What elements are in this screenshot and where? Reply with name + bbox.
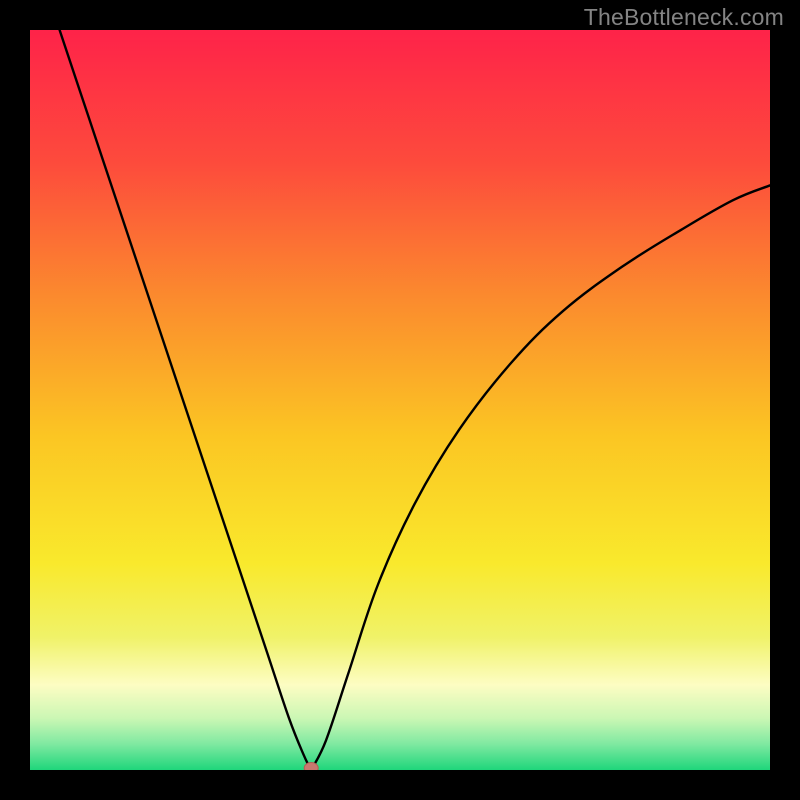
chart-frame: TheBottleneck.com xyxy=(0,0,800,800)
gradient-background xyxy=(30,30,770,770)
chart-svg xyxy=(30,30,770,770)
chart-plot-area xyxy=(30,30,770,770)
watermark-text: TheBottleneck.com xyxy=(584,4,784,31)
minimum-marker xyxy=(304,763,318,771)
